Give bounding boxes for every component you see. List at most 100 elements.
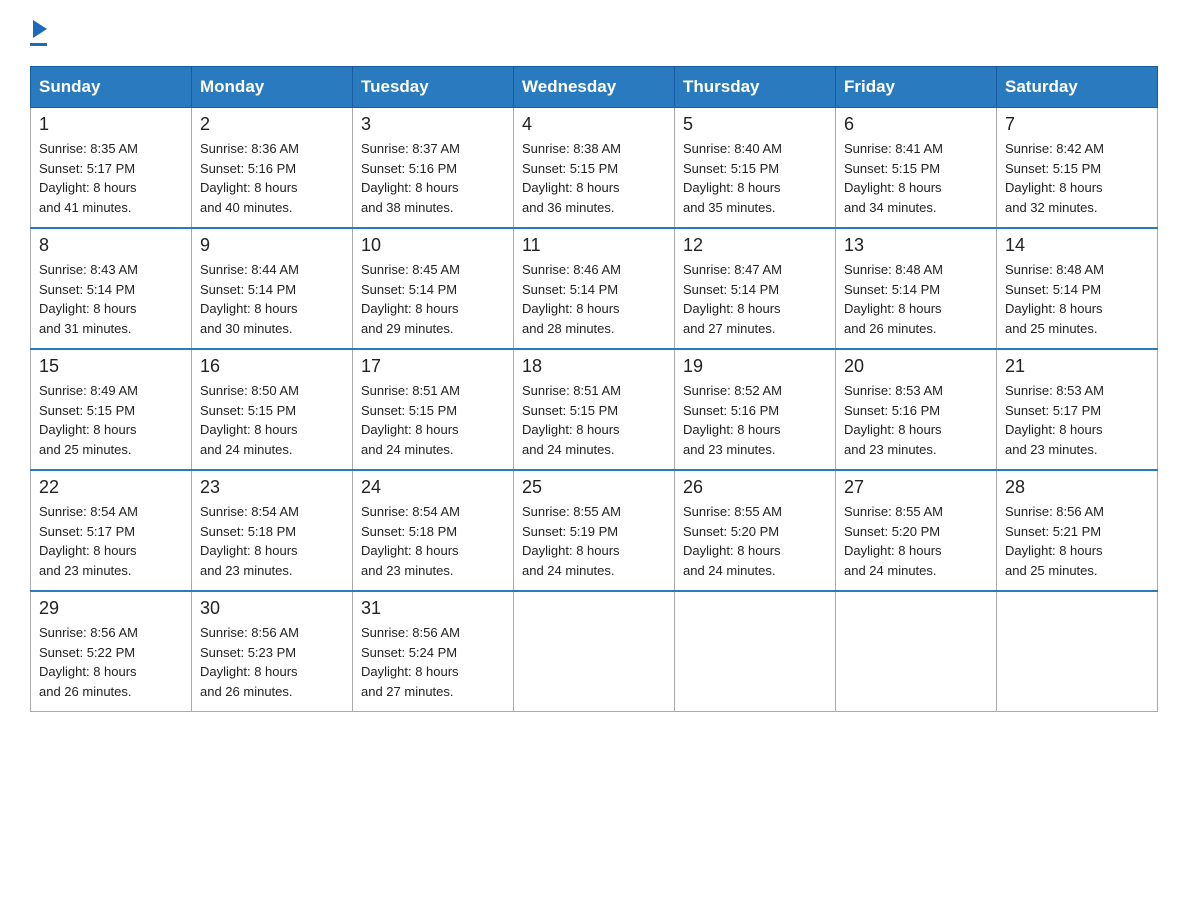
day-info: Sunrise: 8:36 AMSunset: 5:16 PMDaylight:…: [200, 139, 344, 217]
calendar-cell: 13 Sunrise: 8:48 AMSunset: 5:14 PMDaylig…: [836, 228, 997, 349]
day-number: 9: [200, 235, 344, 256]
day-info: Sunrise: 8:51 AMSunset: 5:15 PMDaylight:…: [361, 381, 505, 459]
calendar-cell: 3 Sunrise: 8:37 AMSunset: 5:16 PMDayligh…: [353, 108, 514, 229]
day-info: Sunrise: 8:51 AMSunset: 5:15 PMDaylight:…: [522, 381, 666, 459]
day-number: 31: [361, 598, 505, 619]
calendar-cell: [836, 591, 997, 712]
calendar-table: SundayMondayTuesdayWednesdayThursdayFrid…: [30, 66, 1158, 712]
calendar-cell: 22 Sunrise: 8:54 AMSunset: 5:17 PMDaylig…: [31, 470, 192, 591]
day-info: Sunrise: 8:55 AMSunset: 5:20 PMDaylight:…: [844, 502, 988, 580]
calendar-cell: 7 Sunrise: 8:42 AMSunset: 5:15 PMDayligh…: [997, 108, 1158, 229]
calendar-cell: 9 Sunrise: 8:44 AMSunset: 5:14 PMDayligh…: [192, 228, 353, 349]
day-number: 13: [844, 235, 988, 256]
day-number: 8: [39, 235, 183, 256]
day-number: 30: [200, 598, 344, 619]
calendar-cell: 27 Sunrise: 8:55 AMSunset: 5:20 PMDaylig…: [836, 470, 997, 591]
page-header: [30, 20, 1158, 46]
calendar-cell: 1 Sunrise: 8:35 AMSunset: 5:17 PMDayligh…: [31, 108, 192, 229]
weekday-header-friday: Friday: [836, 67, 997, 108]
day-number: 29: [39, 598, 183, 619]
calendar-cell: 18 Sunrise: 8:51 AMSunset: 5:15 PMDaylig…: [514, 349, 675, 470]
day-number: 14: [1005, 235, 1149, 256]
day-number: 23: [200, 477, 344, 498]
day-number: 26: [683, 477, 827, 498]
calendar-week-row: 15 Sunrise: 8:49 AMSunset: 5:15 PMDaylig…: [31, 349, 1158, 470]
day-number: 15: [39, 356, 183, 377]
calendar-cell: 20 Sunrise: 8:53 AMSunset: 5:16 PMDaylig…: [836, 349, 997, 470]
day-info: Sunrise: 8:48 AMSunset: 5:14 PMDaylight:…: [1005, 260, 1149, 338]
calendar-cell: 28 Sunrise: 8:56 AMSunset: 5:21 PMDaylig…: [997, 470, 1158, 591]
day-info: Sunrise: 8:46 AMSunset: 5:14 PMDaylight:…: [522, 260, 666, 338]
calendar-cell: 25 Sunrise: 8:55 AMSunset: 5:19 PMDaylig…: [514, 470, 675, 591]
calendar-cell: 11 Sunrise: 8:46 AMSunset: 5:14 PMDaylig…: [514, 228, 675, 349]
calendar-week-row: 1 Sunrise: 8:35 AMSunset: 5:17 PMDayligh…: [31, 108, 1158, 229]
calendar-cell: 17 Sunrise: 8:51 AMSunset: 5:15 PMDaylig…: [353, 349, 514, 470]
day-info: Sunrise: 8:53 AMSunset: 5:16 PMDaylight:…: [844, 381, 988, 459]
weekday-header-sunday: Sunday: [31, 67, 192, 108]
calendar-cell: 8 Sunrise: 8:43 AMSunset: 5:14 PMDayligh…: [31, 228, 192, 349]
calendar-cell: 21 Sunrise: 8:53 AMSunset: 5:17 PMDaylig…: [997, 349, 1158, 470]
calendar-cell: 26 Sunrise: 8:55 AMSunset: 5:20 PMDaylig…: [675, 470, 836, 591]
calendar-cell: 16 Sunrise: 8:50 AMSunset: 5:15 PMDaylig…: [192, 349, 353, 470]
calendar-week-row: 8 Sunrise: 8:43 AMSunset: 5:14 PMDayligh…: [31, 228, 1158, 349]
day-info: Sunrise: 8:49 AMSunset: 5:15 PMDaylight:…: [39, 381, 183, 459]
calendar-cell: 15 Sunrise: 8:49 AMSunset: 5:15 PMDaylig…: [31, 349, 192, 470]
day-info: Sunrise: 8:44 AMSunset: 5:14 PMDaylight:…: [200, 260, 344, 338]
day-info: Sunrise: 8:48 AMSunset: 5:14 PMDaylight:…: [844, 260, 988, 338]
day-number: 21: [1005, 356, 1149, 377]
day-number: 11: [522, 235, 666, 256]
calendar-week-row: 22 Sunrise: 8:54 AMSunset: 5:17 PMDaylig…: [31, 470, 1158, 591]
calendar-cell: 29 Sunrise: 8:56 AMSunset: 5:22 PMDaylig…: [31, 591, 192, 712]
logo-underline: [30, 43, 47, 46]
day-info: Sunrise: 8:38 AMSunset: 5:15 PMDaylight:…: [522, 139, 666, 217]
calendar-cell: 31 Sunrise: 8:56 AMSunset: 5:24 PMDaylig…: [353, 591, 514, 712]
day-info: Sunrise: 8:40 AMSunset: 5:15 PMDaylight:…: [683, 139, 827, 217]
day-info: Sunrise: 8:55 AMSunset: 5:19 PMDaylight:…: [522, 502, 666, 580]
day-info: Sunrise: 8:54 AMSunset: 5:18 PMDaylight:…: [361, 502, 505, 580]
calendar-cell: [514, 591, 675, 712]
calendar-cell: [675, 591, 836, 712]
day-info: Sunrise: 8:42 AMSunset: 5:15 PMDaylight:…: [1005, 139, 1149, 217]
day-info: Sunrise: 8:56 AMSunset: 5:24 PMDaylight:…: [361, 623, 505, 701]
day-number: 20: [844, 356, 988, 377]
day-info: Sunrise: 8:41 AMSunset: 5:15 PMDaylight:…: [844, 139, 988, 217]
logo: [30, 20, 47, 46]
day-number: 1: [39, 114, 183, 135]
calendar-cell: 19 Sunrise: 8:52 AMSunset: 5:16 PMDaylig…: [675, 349, 836, 470]
day-info: Sunrise: 8:47 AMSunset: 5:14 PMDaylight:…: [683, 260, 827, 338]
calendar-cell: 5 Sunrise: 8:40 AMSunset: 5:15 PMDayligh…: [675, 108, 836, 229]
day-number: 24: [361, 477, 505, 498]
day-info: Sunrise: 8:53 AMSunset: 5:17 PMDaylight:…: [1005, 381, 1149, 459]
day-number: 12: [683, 235, 827, 256]
day-info: Sunrise: 8:35 AMSunset: 5:17 PMDaylight:…: [39, 139, 183, 217]
day-info: Sunrise: 8:45 AMSunset: 5:14 PMDaylight:…: [361, 260, 505, 338]
day-info: Sunrise: 8:56 AMSunset: 5:21 PMDaylight:…: [1005, 502, 1149, 580]
calendar-cell: [997, 591, 1158, 712]
day-number: 16: [200, 356, 344, 377]
day-number: 6: [844, 114, 988, 135]
calendar-cell: 12 Sunrise: 8:47 AMSunset: 5:14 PMDaylig…: [675, 228, 836, 349]
weekday-header-thursday: Thursday: [675, 67, 836, 108]
weekday-header-row: SundayMondayTuesdayWednesdayThursdayFrid…: [31, 67, 1158, 108]
calendar-cell: 24 Sunrise: 8:54 AMSunset: 5:18 PMDaylig…: [353, 470, 514, 591]
calendar-cell: 14 Sunrise: 8:48 AMSunset: 5:14 PMDaylig…: [997, 228, 1158, 349]
calendar-cell: 4 Sunrise: 8:38 AMSunset: 5:15 PMDayligh…: [514, 108, 675, 229]
day-info: Sunrise: 8:37 AMSunset: 5:16 PMDaylight:…: [361, 139, 505, 217]
day-number: 19: [683, 356, 827, 377]
calendar-week-row: 29 Sunrise: 8:56 AMSunset: 5:22 PMDaylig…: [31, 591, 1158, 712]
weekday-header-saturday: Saturday: [997, 67, 1158, 108]
day-number: 5: [683, 114, 827, 135]
weekday-header-tuesday: Tuesday: [353, 67, 514, 108]
day-info: Sunrise: 8:43 AMSunset: 5:14 PMDaylight:…: [39, 260, 183, 338]
day-number: 3: [361, 114, 505, 135]
calendar-cell: 10 Sunrise: 8:45 AMSunset: 5:14 PMDaylig…: [353, 228, 514, 349]
weekday-header-monday: Monday: [192, 67, 353, 108]
day-number: 27: [844, 477, 988, 498]
calendar-cell: 23 Sunrise: 8:54 AMSunset: 5:18 PMDaylig…: [192, 470, 353, 591]
day-number: 18: [522, 356, 666, 377]
day-info: Sunrise: 8:54 AMSunset: 5:18 PMDaylight:…: [200, 502, 344, 580]
day-number: 25: [522, 477, 666, 498]
day-info: Sunrise: 8:52 AMSunset: 5:16 PMDaylight:…: [683, 381, 827, 459]
calendar-cell: 30 Sunrise: 8:56 AMSunset: 5:23 PMDaylig…: [192, 591, 353, 712]
day-number: 17: [361, 356, 505, 377]
